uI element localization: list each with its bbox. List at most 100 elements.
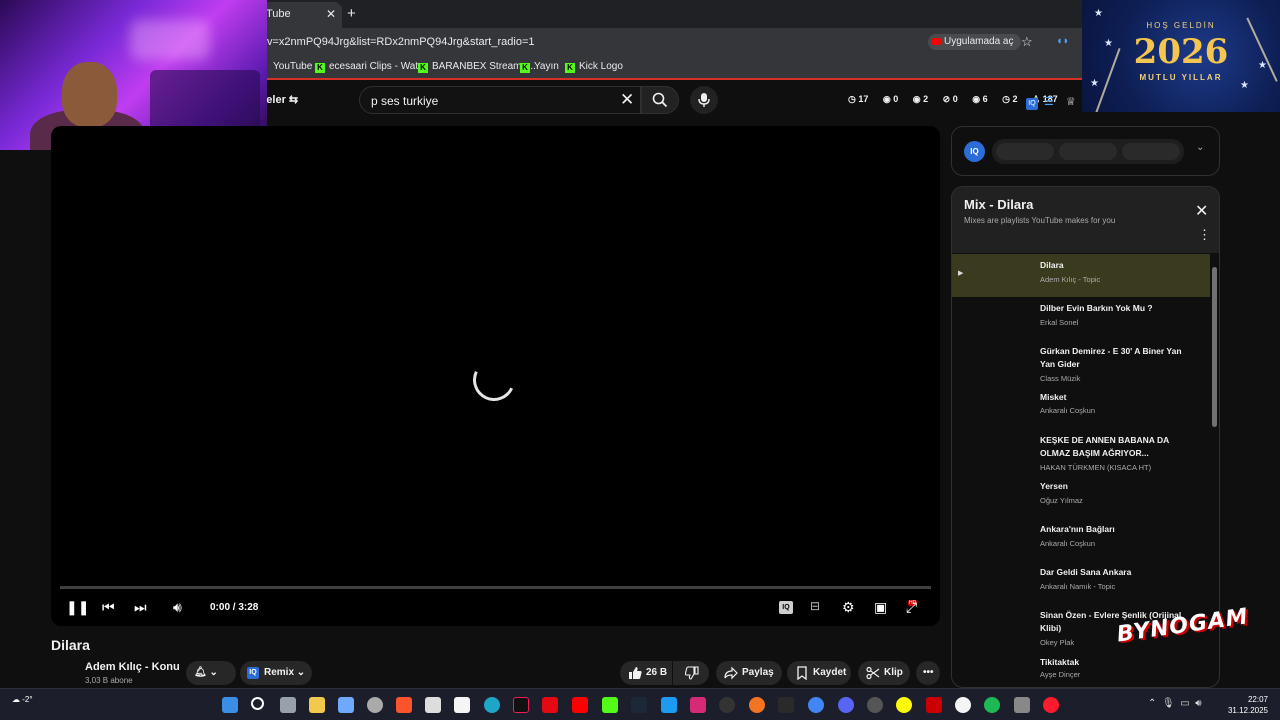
list-icon[interactable]: ☰ (1044, 96, 1054, 108)
iq-extension-icon[interactable]: IQ (1026, 98, 1038, 110)
stat-hidden: ◉ 6 (972, 94, 988, 104)
playlist-item-title: Yersen (1040, 481, 1068, 491)
playlist-item-title: Dilber Evin Barkın Yok Mu ? (1040, 303, 1153, 313)
like-button[interactable]: 26 B (620, 661, 672, 685)
spotify-icon[interactable] (984, 697, 1000, 713)
netflix-icon[interactable] (542, 697, 558, 713)
close-playlist-icon[interactable]: ✕ (1195, 201, 1208, 221)
steam-icon[interactable] (631, 697, 647, 713)
playlist-item[interactable]: Dar Geldi Sana Ankara Ankaralı Namık - T… (952, 561, 1210, 604)
copilot-icon[interactable] (338, 697, 354, 713)
playlist-item-title: Dar Geldi Sana Ankara (1040, 567, 1132, 577)
notification-button[interactable]: 🔔︎ ⌄ (186, 661, 236, 685)
scrollbar-thumb[interactable] (1212, 267, 1217, 427)
kick-icon: K (418, 63, 428, 73)
instagram-icon[interactable] (690, 697, 706, 713)
playlist-item[interactable]: Dilber Evin Barkın Yok Mu ? Erkal Sonel (952, 297, 1210, 340)
more-vertical-icon[interactable]: ⋮ (1198, 228, 1211, 241)
save-button[interactable]: Kaydet (787, 661, 851, 685)
bookmark-kick-logo[interactable]: K Kick Logo (565, 61, 623, 73)
iq-logo-icon[interactable]: IQ (964, 141, 985, 162)
settings-app-icon[interactable] (367, 697, 383, 713)
search-box[interactable]: p ses turkiye ✕ (359, 86, 641, 114)
bookmark-yayin[interactable]: K Yayın (520, 61, 559, 73)
start-menu-icon[interactable] (222, 697, 238, 713)
playlist-item[interactable]: Misket Ankaralı Coşkun (952, 386, 1210, 429)
tiktok-icon[interactable] (513, 697, 529, 713)
chrome-icon[interactable] (808, 697, 824, 713)
brave-icon[interactable] (396, 697, 412, 713)
subtitles-icon[interactable]: ⊟ (810, 599, 820, 613)
tab-title: Tube (266, 8, 291, 20)
obs-icon[interactable] (867, 697, 883, 713)
more-actions-button[interactable]: ••• (916, 661, 940, 685)
mcafee-icon[interactable] (926, 697, 942, 713)
search-icon[interactable] (251, 697, 264, 710)
new-tab-icon[interactable]: + (347, 5, 356, 22)
dislike-button[interactable] (673, 661, 709, 685)
clip-button[interactable]: Klip (858, 661, 910, 685)
time-display: 0:00 / 3:28 (210, 602, 259, 613)
epic-games-icon[interactable] (778, 697, 794, 713)
search-button[interactable] (641, 86, 679, 114)
extension-icon[interactable]: ◖◗ (1056, 35, 1069, 47)
yandex-icon[interactable] (955, 697, 971, 713)
trophy-icon[interactable]: ♕ (1066, 96, 1076, 108)
voice-search-button[interactable] (690, 86, 718, 114)
playlist-item-title: Misket (1040, 392, 1067, 402)
open-in-app-button[interactable]: Uygulamada aç (928, 34, 1022, 50)
remix-button[interactable]: IQ Remix ⌄ (240, 661, 312, 685)
iq-slot[interactable] (1122, 143, 1180, 160)
system-tray[interactable]: ⌃ 🎙︎ ▭ 🔊︎ (1148, 698, 1202, 709)
clear-search-icon[interactable]: ✕ (620, 90, 634, 110)
playlist-item[interactable]: KEŞKE DE ANNEN BABANA DA OLMAZ BAŞIM AĞR… (952, 429, 1210, 479)
twitter-icon[interactable] (661, 697, 677, 713)
bookmark-youtube[interactable]: YouTube (273, 61, 312, 72)
url-field[interactable]: v=x2nmPQ94Jrg&list=RDx2nmPQ94Jrg&start_r… (267, 36, 534, 48)
app-icon[interactable] (1014, 697, 1030, 713)
youtube-icon[interactable] (572, 697, 588, 713)
store-icon[interactable] (425, 697, 441, 713)
bookmark-ecesaari[interactable]: Kecesaari Clips - Wat... (315, 61, 426, 73)
iq-icon: IQ (247, 667, 259, 679)
file-explorer-icon[interactable] (309, 697, 325, 713)
volume-button[interactable]: 🔊︎ (173, 599, 182, 616)
filters-button[interactable]: reler ⇆ (262, 93, 298, 106)
edge-icon[interactable] (484, 697, 500, 713)
chevron-down-icon[interactable]: ⌄ (1196, 142, 1204, 153)
discord-icon[interactable] (838, 697, 854, 713)
speedtest-icon[interactable] (719, 697, 735, 713)
opera-icon[interactable] (1043, 697, 1059, 713)
clock[interactable]: 22:07 31.12.2025 (1226, 694, 1268, 716)
miniplayer-icon[interactable]: ▣ (874, 599, 887, 616)
iq-slot[interactable] (1059, 143, 1117, 160)
iq-slot-group (992, 139, 1184, 164)
bookmark-star-icon[interactable]: ☆ (1021, 34, 1033, 50)
snapchat-icon[interactable] (896, 697, 912, 713)
playlist-item[interactable]: Yersen Oğuz Yılmaz (952, 475, 1210, 518)
bookmark-baranbex[interactable]: K BARANBEX Stream -... (418, 61, 536, 73)
previous-button[interactable]: ⏮ (102, 599, 115, 616)
video-player[interactable]: ❚❚ ⏮ ⏭ 🔊︎ 0:00 / 3:28 IQ ⊟ ⚙ HD ▣ ⤢ (51, 126, 940, 626)
iq-player-button[interactable]: IQ (779, 601, 793, 614)
progress-bar[interactable] (60, 586, 931, 589)
share-button[interactable]: Paylaş (716, 661, 782, 685)
playlist-item[interactable]: ▶ Dilara Adem Kılıç - Topic (952, 254, 1210, 297)
weather-widget[interactable]: ☁ -2° (12, 695, 33, 704)
pause-button[interactable]: ❚❚ (66, 599, 89, 616)
channel-name[interactable]: Adem Kılıç - Konu (85, 661, 180, 673)
playlist-item[interactable]: Ankara'nın Bağları Ankaralı Coşkun (952, 518, 1210, 561)
next-button[interactable]: ⏭ (134, 599, 147, 616)
crunchyroll-icon[interactable] (749, 697, 765, 713)
settings-icon[interactable]: ⚙ (842, 599, 855, 616)
fullscreen-icon[interactable]: ⤢ (906, 599, 917, 616)
kick-icon[interactable] (602, 697, 618, 713)
remix-label: Remix (264, 667, 295, 678)
tab-close-icon[interactable]: ✕ (326, 7, 336, 21)
iq-slot[interactable] (996, 143, 1054, 160)
photos-icon[interactable] (454, 697, 470, 713)
search-input[interactable]: p ses turkiye (371, 94, 438, 108)
new-year-banner: ★ ★ ★ ★ ★ HOŞ GELDİN 2026 MUTLU YILLAR (1082, 0, 1280, 112)
task-view-icon[interactable] (280, 697, 296, 713)
playlist-item-artist: HAKAN TÜRKMEN (KISACA HT) (1040, 463, 1152, 472)
